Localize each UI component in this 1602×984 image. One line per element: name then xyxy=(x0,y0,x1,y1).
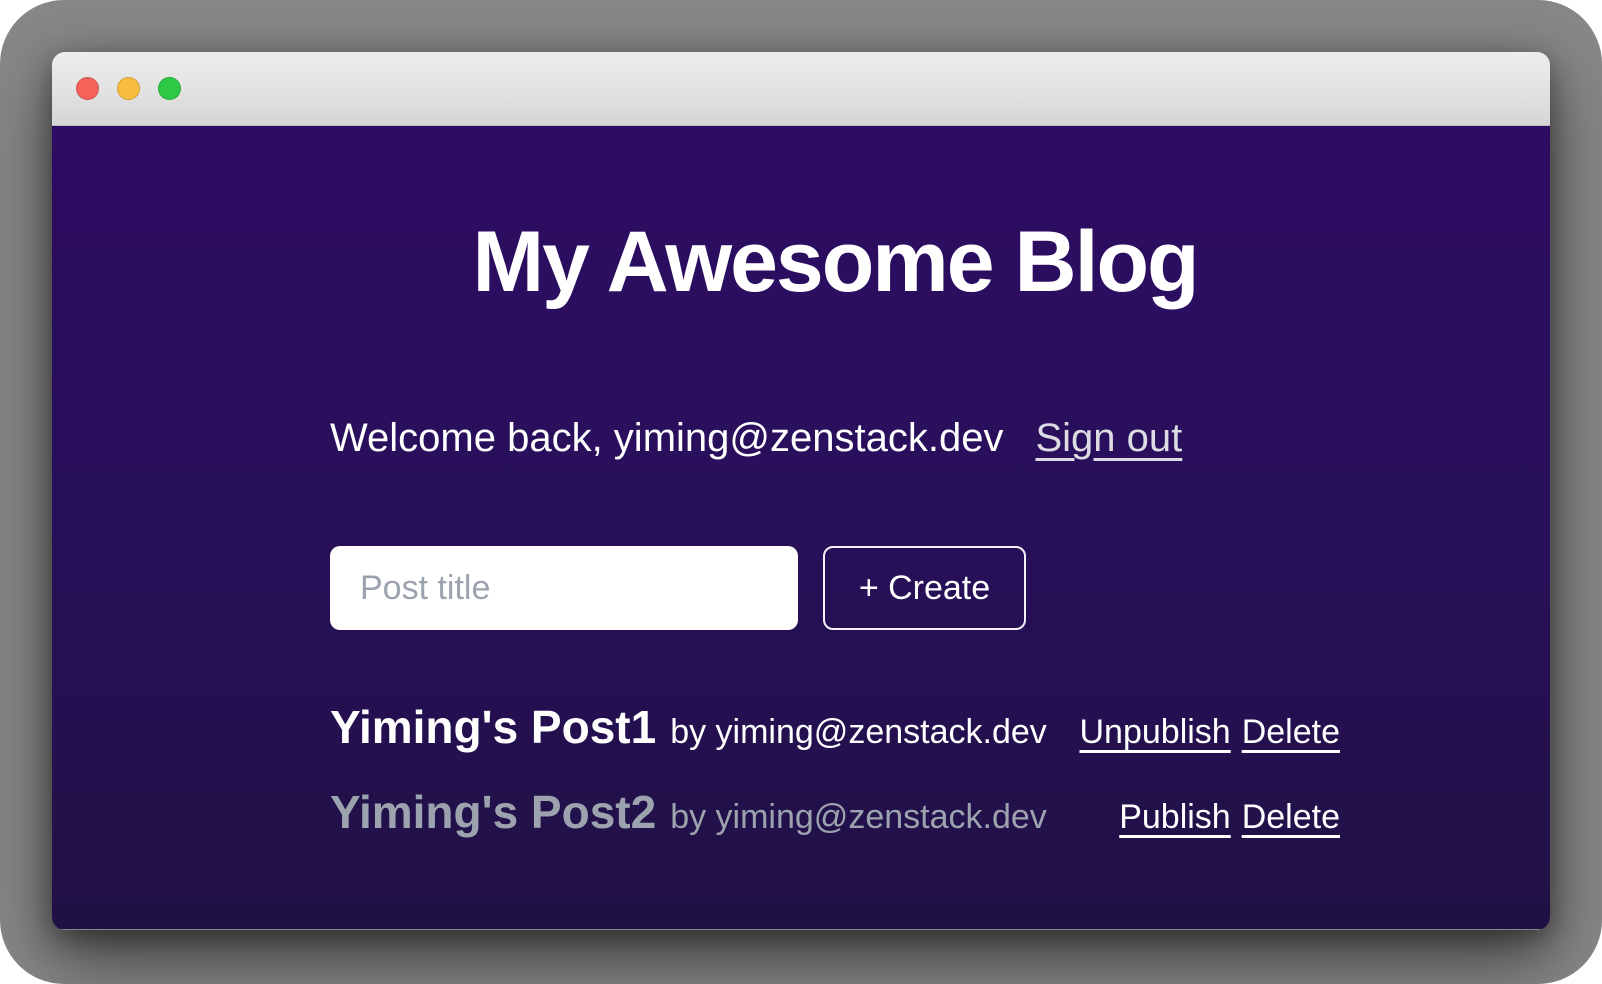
create-post-form: + Create xyxy=(330,546,1340,630)
post-title: Yiming's Post1 xyxy=(330,700,656,755)
welcome-row: Welcome back, yiming@zenstack.dev Sign o… xyxy=(330,414,1340,462)
delete-link[interactable]: Delete xyxy=(1242,798,1340,837)
post-author: by yiming@zenstack.dev xyxy=(670,713,1047,752)
content-column: My Awesome Blog Welcome back, yiming@zen… xyxy=(330,215,1340,840)
delete-link[interactable]: Delete xyxy=(1242,713,1340,752)
page-title: My Awesome Blog xyxy=(330,215,1340,310)
minimize-window-button[interactable] xyxy=(117,77,140,100)
post-title: Yiming's Post2 xyxy=(330,785,656,840)
publish-link[interactable]: Publish xyxy=(1119,798,1231,837)
sign-out-link[interactable]: Sign out xyxy=(1035,414,1182,462)
screenshot-stage: My Awesome Blog Welcome back, yiming@zen… xyxy=(0,0,1602,984)
post-row: Yiming's Post2 by yiming@zenstack.dev Pu… xyxy=(330,785,1340,840)
app-window: My Awesome Blog Welcome back, yiming@zen… xyxy=(52,52,1550,930)
welcome-text: Welcome back, yiming@zenstack.dev xyxy=(330,414,1003,462)
post-list: Yiming's Post1 by yiming@zenstack.dev Un… xyxy=(330,700,1340,840)
window-titlebar xyxy=(52,52,1550,126)
post-actions: Unpublish Delete xyxy=(1080,713,1341,752)
post-row: Yiming's Post1 by yiming@zenstack.dev Un… xyxy=(330,700,1340,755)
post-actions: Publish Delete xyxy=(1119,798,1340,837)
post-author: by yiming@zenstack.dev xyxy=(670,798,1047,837)
unpublish-link[interactable]: Unpublish xyxy=(1080,713,1231,752)
app-body: My Awesome Blog Welcome back, yiming@zen… xyxy=(52,126,1550,929)
create-post-button[interactable]: + Create xyxy=(823,546,1026,630)
close-window-button[interactable] xyxy=(76,77,99,100)
gray-backdrop: My Awesome Blog Welcome back, yiming@zen… xyxy=(0,0,1602,984)
zoom-window-button[interactable] xyxy=(158,77,181,100)
post-title-input[interactable] xyxy=(330,546,798,630)
